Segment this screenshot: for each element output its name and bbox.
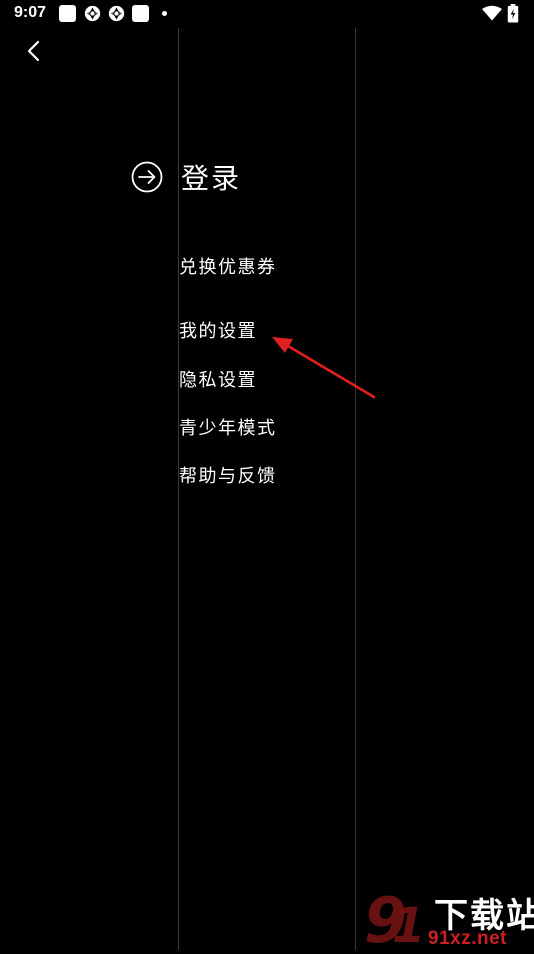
arrow-right-circle-icon (131, 161, 163, 193)
notification-aperture-icon (84, 5, 101, 22)
annotation-arrow-icon (272, 337, 376, 399)
status-bar: 9:07 (0, 0, 534, 28)
divider-line-right (355, 28, 356, 950)
menu-item-my-settings[interactable]: 我的设置 (179, 317, 257, 343)
menu-item-redeem-coupon[interactable]: 兑换优惠券 (179, 253, 277, 279)
chevron-left-icon (27, 40, 40, 62)
login-label: 登录 (181, 162, 242, 195)
notification-square-icon (59, 5, 76, 22)
watermark-logo: 9 1 下载站 91xz.net (362, 884, 534, 954)
battery-charging-icon (507, 4, 519, 23)
notification-aperture-icon-2 (108, 5, 125, 22)
svg-text:1: 1 (392, 898, 425, 950)
notification-dot-icon (162, 11, 167, 16)
menu-item-help-feedback[interactable]: 帮助与反馈 (179, 462, 277, 488)
back-button[interactable] (20, 36, 50, 66)
notification-square-icon-2 (132, 5, 149, 22)
wifi-icon (482, 5, 502, 21)
menu-item-teen-mode[interactable]: 青少年模式 (179, 414, 277, 440)
login-button[interactable]: 登录 (131, 157, 241, 197)
menu-item-privacy-settings[interactable]: 隐私设置 (179, 366, 257, 392)
status-time: 9:07 (14, 4, 47, 21)
watermark-text-en: 91xz.net (428, 928, 507, 949)
